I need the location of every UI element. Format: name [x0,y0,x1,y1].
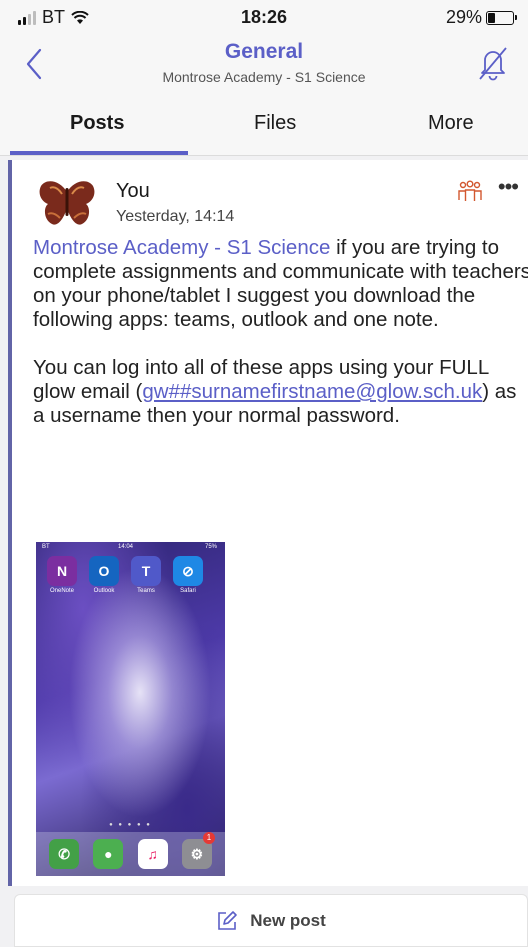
channel-title: General [224,40,304,63]
bell-muted-icon[interactable] [476,44,510,82]
thumb-app-teams: T Teams [130,556,162,594]
post-author: You [116,180,150,202]
new-post-label: New post [250,910,326,930]
avatar[interactable] [38,178,96,230]
tab-files[interactable]: Files [254,112,296,135]
active-tab-indicator [10,151,188,155]
post-card: You Yesterday, 14:14 ••• Montrose Academ… [8,160,528,886]
team-name: Montrose Academy - S1 Science [162,69,366,85]
channel-header: General Montrose Academy - S1 Science [0,34,528,98]
compose-icon [218,910,238,930]
thumb-app-label: Teams [137,588,155,594]
post-paragraph-1: Montrose Academy - S1 Science if you are… [33,236,528,332]
battery-icon [486,10,517,25]
post-timestamp: Yesterday, 14:14 [116,208,235,225]
thumb-app-grid: N OneNote O Outlook T Teams ⊘ Safari [46,556,204,594]
status-right: 29% [445,7,517,28]
attached-image[interactable]: BT 14:04 75% N OneNote O Outlook T Teams ⊘ Safa… [36,542,225,876]
thumb-app-outlook: O Outlook [88,556,120,594]
email-link[interactable]: gw##surnamefirstname@glow.sch.uk [142,380,482,403]
channel-mention[interactable]: Montrose Academy - S1 Science [33,236,330,259]
settings-badge: 1 [203,832,215,844]
new-post-button[interactable]: New post [14,894,528,947]
tab-more[interactable]: More [428,112,474,135]
post-body: Montrose Academy - S1 Science if you are… [33,236,528,452]
outlook-icon: O [89,556,119,586]
status-bar: BT 18:26 29% [0,0,528,34]
onenote-icon: N [47,556,77,586]
phone-icon: ✆ [49,839,80,869]
tab-posts[interactable]: Posts [70,112,124,135]
safari-icon: ⊘ [173,556,203,586]
thumb-time: 14:04 [118,544,134,550]
thumb-battery: 75% [204,544,217,550]
thumb-carrier: BT [42,544,50,550]
messages-icon: ● [93,839,124,869]
thumb-app-label: Safari [180,588,196,594]
music-icon: ♫ [137,839,168,869]
more-options-icon[interactable]: ••• [498,174,519,200]
channel-tabs: Posts Files More [0,98,528,156]
people-icon[interactable] [458,180,482,202]
post-paragraph-2: You can log into all of these apps using… [33,356,528,428]
battery-percent: 29% [445,7,482,27]
thumb-status-bar: BT 14:04 75% [36,542,225,554]
page-dots: ● ● ● ● ● [109,822,152,828]
thumb-app-label: OneNote [49,588,74,594]
thumb-app-label: Outlook [93,588,115,594]
thumb-app-onenote: N OneNote [46,556,78,594]
thumb-dock: ✆ ● ♫ ⚙ [36,832,225,876]
thumb-app-safari: ⊘ Safari [172,556,204,594]
teams-icon: T [131,556,161,586]
